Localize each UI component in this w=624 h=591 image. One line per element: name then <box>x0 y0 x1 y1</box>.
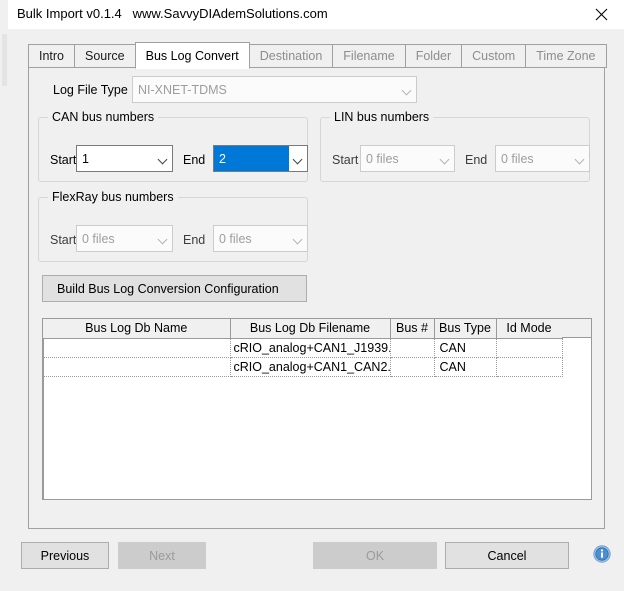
can-start-dropdown[interactable]: 1 <box>76 145 173 172</box>
tab-custom-label: Custom <box>472 49 516 63</box>
flexray-start-label: Start <box>50 233 77 247</box>
tab-filename[interactable]: Filename <box>332 44 405 68</box>
tab-filename-label: Filename <box>343 49 395 63</box>
column-header-bus-log-db-name[interactable]: Bus Log Db Name <box>43 319 231 339</box>
table-row[interactable]: cRIO_analog+CAN1_CAN2... CAN <box>43 357 563 377</box>
close-icon[interactable] <box>579 0 624 28</box>
tab-time-zone[interactable]: Time Zone <box>525 44 607 68</box>
tab-custom[interactable]: Custom <box>461 44 526 68</box>
lin-end-value: 0 files <box>501 151 534 166</box>
column-header-bus-type[interactable]: Bus Type <box>434 319 497 339</box>
grid-row-header-column <box>43 338 44 499</box>
cell-bus-number[interactable] <box>390 338 435 358</box>
title-bar: Bulk Import v0.1.4 www.SavvyDIAdemSoluti… <box>8 0 624 29</box>
build-button-label: Build Bus Log Conversion Configuration <box>57 281 279 296</box>
cell-bus-log-db-name[interactable] <box>43 357 231 377</box>
chevron-down-icon <box>154 156 172 162</box>
cell-bus-type[interactable]: CAN <box>434 338 497 358</box>
cell-id-mode[interactable] <box>496 338 563 358</box>
grid-filler-column-header <box>562 319 591 338</box>
previous-button[interactable]: Previous <box>21 542 109 569</box>
can-start-label: Start <box>50 153 77 167</box>
flexray-start-value: 0 files <box>82 231 115 246</box>
tab-source[interactable]: Source <box>74 44 135 68</box>
tab-time-zone-label: Time Zone <box>536 49 596 63</box>
background-window-content <box>2 34 7 86</box>
info-glyph <box>593 545 611 563</box>
flexray-end-label: End <box>183 233 206 247</box>
column-header-bus-number[interactable]: Bus # <box>390 319 435 339</box>
table-row[interactable]: cRIO_analog+CAN1_J1939.... CAN <box>43 338 563 358</box>
bus-log-db-grid[interactable]: Bus Log Db Name Bus Log Db Filename Bus … <box>42 318 592 500</box>
log-file-type-label: Log File Type <box>53 83 128 97</box>
info-icon[interactable] <box>593 545 611 563</box>
cell-bus-log-db-name[interactable] <box>43 338 231 358</box>
cell-bus-type[interactable]: CAN <box>434 357 497 377</box>
ok-button[interactable]: OK <box>313 542 437 569</box>
log-file-type-value: NI-XNET-TDMS <box>138 82 227 97</box>
tab-folder-label: Folder <box>415 49 452 63</box>
log-file-type-dropdown[interactable]: NI-XNET-TDMS <box>132 76 417 103</box>
can-bus-numbers-title: CAN bus numbers <box>48 110 159 124</box>
lin-start-value: 0 files <box>366 151 399 166</box>
can-end-dropdown[interactable]: 2 <box>213 145 308 172</box>
chevron-down-icon <box>398 87 416 93</box>
can-end-label: End <box>183 153 206 167</box>
chevron-down-icon <box>436 156 454 162</box>
ok-button-label: OK <box>365 548 385 563</box>
tab-destination-label: Destination <box>259 49 323 63</box>
tab-intro[interactable]: Intro <box>28 44 75 68</box>
column-header-bus-log-db-filename[interactable]: Bus Log Db Filename <box>230 319 391 339</box>
bulk-import-window: Bulk Import v0.1.4 www.SavvyDIAdemSoluti… <box>8 0 624 591</box>
flexray-end-value: 0 files <box>219 231 252 246</box>
window-title: Bulk Import v0.1.4 www.SavvyDIAdemSoluti… <box>17 6 328 21</box>
close-glyph <box>595 8 608 20</box>
tab-destination[interactable]: Destination <box>249 44 333 68</box>
can-end-value: 2 <box>214 146 289 171</box>
lin-end-dropdown[interactable]: 0 files <box>495 145 590 172</box>
previous-button-label: Previous <box>40 548 90 563</box>
cancel-button[interactable]: Cancel <box>445 542 569 569</box>
chevron-down-icon <box>154 236 172 242</box>
lin-start-dropdown[interactable]: 0 files <box>360 145 455 172</box>
table-header-row: Bus Log Db Name Bus Log Db Filename Bus … <box>43 319 563 339</box>
tab-bus-log-convert-label: Bus Log Convert <box>145 48 239 63</box>
flexray-end-dropdown[interactable]: 0 files <box>213 225 308 252</box>
next-button[interactable]: Next <box>118 542 206 569</box>
cell-bus-log-db-filename[interactable]: cRIO_analog+CAN1_J1939.... <box>230 338 391 358</box>
tab-folder[interactable]: Folder <box>404 44 462 68</box>
column-header-id-mode[interactable]: Id Mode <box>496 319 563 339</box>
cell-id-mode[interactable] <box>496 357 563 377</box>
lin-bus-numbers-title: LIN bus numbers <box>330 110 434 124</box>
lin-start-label: Start <box>332 153 359 167</box>
tab-source-label: Source <box>85 49 125 63</box>
chevron-down-icon <box>289 236 307 242</box>
flexray-bus-numbers-title: FlexRay bus numbers <box>48 190 178 204</box>
cancel-button-label: Cancel <box>487 548 527 563</box>
build-bus-log-conversion-configuration-button[interactable]: Build Bus Log Conversion Configuration <box>42 275 307 302</box>
chevron-down-icon <box>571 156 589 162</box>
tab-bus-log-convert[interactable]: Bus Log Convert <box>134 42 250 69</box>
lin-end-label: End <box>465 153 488 167</box>
can-start-value: 1 <box>82 151 89 166</box>
cell-bus-log-db-filename[interactable]: cRIO_analog+CAN1_CAN2... <box>230 357 391 377</box>
flexray-start-dropdown[interactable]: 0 files <box>76 225 173 252</box>
next-button-label: Next <box>149 548 175 563</box>
tab-bar: Intro Source Bus Log Convert Destination… <box>28 42 607 69</box>
bus-log-db-table: Bus Log Db Name Bus Log Db Filename Bus … <box>43 319 563 377</box>
tab-intro-label: Intro <box>39 49 65 63</box>
cell-bus-number[interactable] <box>390 357 435 377</box>
chevron-down-icon <box>289 156 307 162</box>
